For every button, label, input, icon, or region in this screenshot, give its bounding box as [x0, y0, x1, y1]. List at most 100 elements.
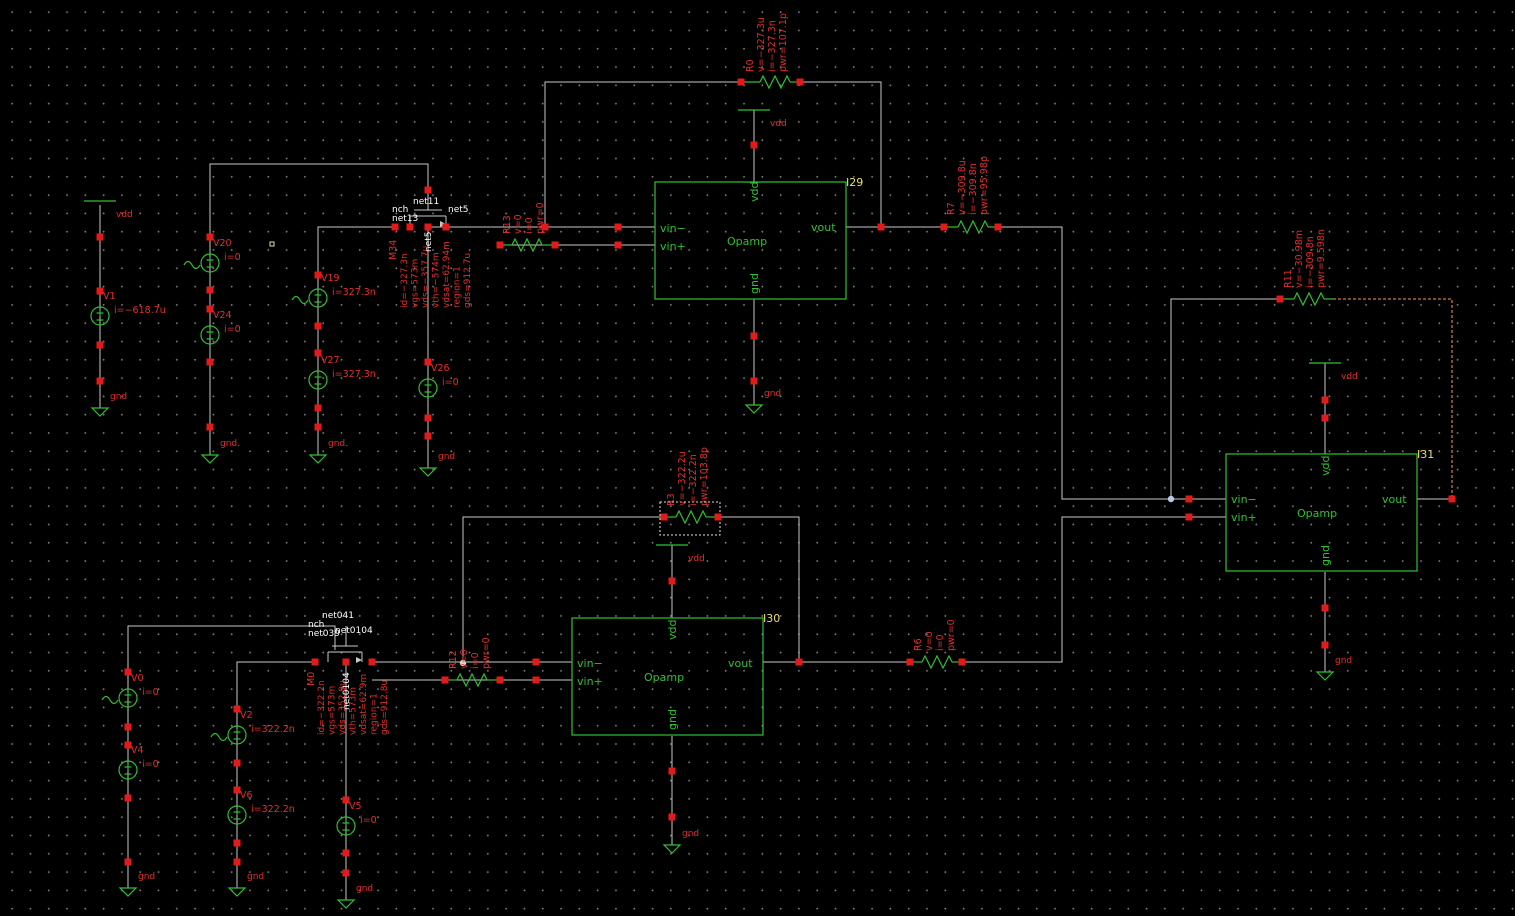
resistor-voltage: v=0	[513, 214, 524, 234]
pin-marker	[342, 849, 350, 857]
pin-vdd: vdd	[1319, 456, 1332, 476]
voltage-source-V27[interactable]: V27 i=327.3n	[308, 355, 376, 390]
net-label: vdd	[688, 554, 705, 564]
resistor-name: R12	[448, 650, 459, 669]
pin-vin-minus: vin−	[660, 222, 686, 235]
pin-vin-minus: vin−	[1231, 493, 1257, 506]
resistor-power: pwr=107.1p	[778, 13, 789, 72]
pin-marker	[1276, 295, 1284, 303]
pin-vin-plus: vin+	[1231, 511, 1257, 524]
pin-vout: vout	[728, 657, 753, 670]
pin-marker	[795, 658, 803, 666]
resistor-voltage: v=0	[924, 631, 935, 651]
source-current: i=0	[224, 252, 241, 263]
pin-marker	[551, 241, 559, 249]
pin-marker	[796, 78, 804, 86]
transistor-param: vth=573m	[349, 687, 359, 735]
vdd-supply-icon: vdd	[1309, 362, 1358, 382]
transistor-param: region=1	[453, 266, 463, 308]
source-name: V26	[431, 363, 450, 374]
pin-marker	[668, 767, 676, 775]
pin-marker	[424, 358, 432, 366]
voltage-source-V19[interactable]: V19 i=327.3n	[291, 273, 376, 308]
schematic-canvas[interactable]: I29 Opamp vin− vin+ vout vdd gnd I30 Opa…	[0, 0, 1515, 916]
voltage-source-V5[interactable]: V5i=0	[336, 801, 377, 836]
resistor-R11[interactable]: R11 v=−30.98m i=−309.8n pwr=9.598n	[1280, 229, 1333, 307]
resistor-name: R7	[946, 202, 957, 215]
net-label: gnd	[764, 389, 781, 399]
voltage-source-V0[interactable]: V0i=0	[101, 673, 159, 708]
transistor-M0[interactable]: nch net039 net041 net0104 net0104 M0 id=…	[306, 611, 390, 735]
resistor-R6[interactable]: R6 v=0 i=0 pwr=0	[910, 619, 962, 670]
source-name: V0	[131, 673, 144, 684]
transistor-params: id=−322.2n vgs=573m vds=352.9u vth=573m vdsa…	[317, 674, 390, 735]
pin-marker	[96, 233, 104, 241]
net-label: gnd	[1335, 656, 1352, 666]
pin-marker	[96, 377, 104, 385]
pin-marker	[233, 786, 241, 794]
transistor-M34[interactable]: nch net13 net11 net5 net5 M34 id=−327.3n…	[388, 190, 473, 308]
net-label: gnd	[682, 829, 699, 839]
opamp-label: Opamp	[644, 671, 684, 684]
pin-marker	[668, 577, 676, 585]
voltage-source-V1[interactable]: V1 i=−618.7u	[90, 291, 166, 326]
pin-marker	[314, 349, 322, 357]
resistor-current: i=−309.8n	[968, 163, 979, 215]
voltage-source-V20[interactable]: V20i=0	[183, 238, 241, 273]
resistor-R7[interactable]: R7 v=−309.8u i=−309.8n pwr=95.98p	[944, 156, 998, 235]
opamp-I31[interactable]: I31 Opamp vin− vin+ vout vdd gnd	[1225, 448, 1434, 572]
resistor-name: R13	[502, 215, 513, 234]
source-current: i=−618.7u	[114, 305, 166, 316]
net-label: gnd	[438, 452, 455, 462]
net-label: gnd	[356, 884, 373, 894]
source-name: V2	[240, 710, 253, 721]
resistor-R3[interactable]: R3 v=−322.2u i=−322.2n pwr=103.8p	[659, 447, 721, 536]
voltage-source-V26[interactable]: V26i=0	[418, 363, 459, 398]
resistor-R0[interactable]: R0 v=−327.3u i=−327.3n pwr=107.1p	[741, 13, 800, 90]
pin-marker	[532, 676, 540, 684]
pin-gnd: gnd	[1319, 545, 1332, 566]
schematic-drawing: I29 Opamp vin− vin+ vout vdd gnd I30 Opa…	[84, 13, 1456, 909]
transistor-param: gds=912.8u	[380, 680, 390, 735]
resistor-name: R11	[1283, 269, 1294, 288]
opamp-id: I29	[846, 176, 863, 189]
resistor-power: pwr=95.98p	[979, 156, 990, 215]
source-name: V27	[321, 355, 340, 366]
voltage-source-V4[interactable]: V4i=0	[118, 745, 159, 780]
vdd-supply-icon: vdd	[738, 109, 787, 129]
pin-markers	[96, 78, 1456, 877]
pin-marker	[206, 233, 214, 241]
pin-marker	[342, 796, 350, 804]
vdd-supply-icon: vdd	[84, 200, 133, 220]
net-label: gnd	[247, 872, 264, 882]
net-label: vdd	[1341, 372, 1358, 382]
source-current: i=0	[142, 759, 159, 770]
pin-marker	[124, 741, 132, 749]
pin-vdd: vdd	[748, 182, 761, 202]
opamp-I29[interactable]: I29 Opamp vin− vin+ vout vdd gnd	[654, 176, 863, 300]
pin-marker	[206, 305, 214, 313]
voltage-source-V6[interactable]: V6 i=322.2n	[227, 790, 295, 825]
source-name: V20	[213, 238, 232, 249]
source-current: i=0	[442, 377, 459, 388]
pin-marker	[311, 658, 319, 666]
pin-marker	[233, 759, 241, 767]
ground-icon: gnd	[227, 872, 264, 897]
ground-icon: gnd	[90, 392, 127, 417]
pin-marker	[124, 668, 132, 676]
pin-vin-minus: vin−	[577, 657, 603, 670]
ground-icon: gnd	[744, 389, 781, 414]
resistor-current: i=0	[524, 217, 535, 234]
pin-vout: vout	[811, 221, 836, 234]
opamp-I30[interactable]: I30 Opamp vin− vin+ vout vdd gnd	[571, 612, 780, 736]
ground-icon: gnd	[1315, 656, 1352, 681]
resistor-current: i=0	[470, 652, 481, 669]
net-label: gnd	[110, 392, 127, 402]
pin-marker	[368, 658, 376, 666]
voltage-source-V2[interactable]: V2 i=322.2n	[210, 710, 295, 745]
pin-marker	[442, 223, 450, 231]
resistor-R12[interactable]: R12 v=0 i=0 pwr=0	[445, 637, 500, 688]
resistor-current: i=−327.3n	[767, 20, 778, 72]
voltage-source-V24[interactable]: V24i=0	[200, 310, 241, 345]
resistor-name: R0	[745, 59, 756, 72]
